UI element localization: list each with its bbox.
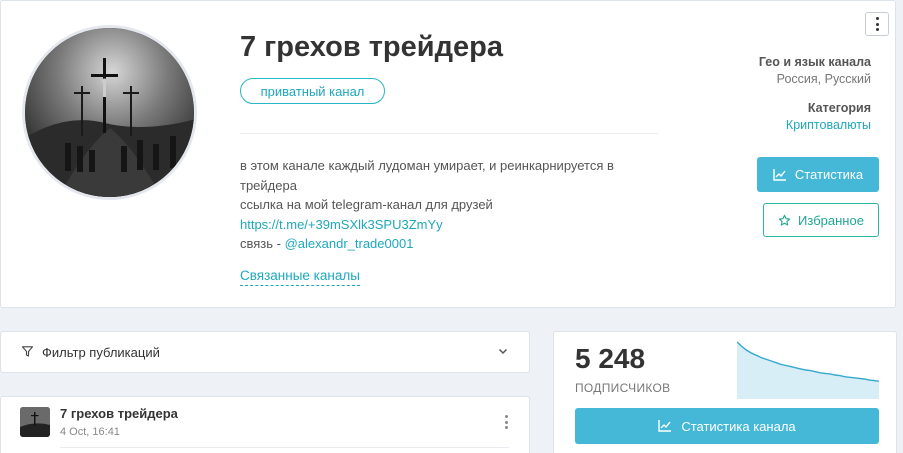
channel-description: в этом канале каждый лудоман умирает, и … — [240, 156, 660, 254]
channel-title: 7 грехов трейдера — [240, 31, 503, 63]
subscriber-label: ПОДПИСЧИКОВ — [575, 381, 671, 395]
post-divider — [60, 447, 509, 448]
vertical-dots-icon — [875, 17, 879, 31]
category-link[interactable]: Криптовалюты — [786, 118, 871, 132]
channel-statistics-label: Статистика канала — [681, 418, 796, 434]
subscribers-card: 5 248 ПОДПИСЧИКОВ Статистика канала — [553, 331, 897, 453]
post-card: 7 грехов трейдера 4 Oct, 16:41 — [0, 396, 530, 453]
post-title: 7 грехов трейдера — [60, 406, 178, 421]
private-channel-badge: приватный канал — [240, 78, 385, 104]
subscriber-sparkline — [737, 341, 879, 399]
chart-line-icon — [658, 420, 672, 432]
star-icon — [778, 214, 791, 226]
geo-block: Гео и язык канала Россия, Русский — [759, 55, 871, 86]
geo-label: Гео и язык канала — [758, 55, 871, 69]
channel-statistics-button[interactable]: Статистика канала — [575, 408, 879, 444]
contact-prefix: связь - — [240, 236, 285, 251]
filter-icon — [22, 346, 33, 357]
description-line: в этом канале каждый лудоман умирает, и … — [240, 158, 614, 193]
favorite-button-label: Избранное — [798, 212, 864, 228]
channel-header-card: 7 грехов трейдера приватный канал в этом… — [0, 0, 896, 308]
vertical-dots-icon — [505, 415, 508, 429]
invite-link[interactable]: https://t.me/+39mSXlk3SPU3ZmYy — [240, 215, 660, 235]
category-block: Категория Криптовалюты — [786, 101, 871, 132]
description-line: ссылка на мой telegram-канал для друзей — [240, 197, 493, 212]
category-label: Категория — [807, 101, 871, 115]
favorite-button[interactable]: Избранное — [763, 203, 879, 237]
publication-filter[interactable]: Фильтр публикаций — [0, 331, 530, 373]
chevron-down-icon[interactable] — [497, 345, 509, 357]
statistics-button-label: Статистика — [794, 167, 864, 182]
post-menu-button[interactable] — [505, 415, 508, 429]
post-channel-avatar — [20, 407, 50, 437]
channel-avatar — [22, 25, 197, 200]
post-date: 4 Oct, 16:41 — [60, 426, 120, 438]
contact-handle-link[interactable]: @alexandr_trade0001 — [285, 236, 414, 251]
filter-label: Фильтр публикаций — [42, 345, 160, 360]
header-divider — [240, 133, 658, 134]
subscriber-count: 5 248 — [575, 343, 646, 374]
chart-line-icon — [773, 168, 786, 181]
statistics-button[interactable]: Статистика — [757, 157, 879, 192]
related-channels-link[interactable]: Связанные каналы — [240, 268, 360, 286]
geo-value: Россия, Русский — [776, 72, 871, 86]
more-options-button[interactable] — [865, 12, 889, 36]
contact-line: связь - @alexandr_trade0001 — [240, 234, 660, 254]
